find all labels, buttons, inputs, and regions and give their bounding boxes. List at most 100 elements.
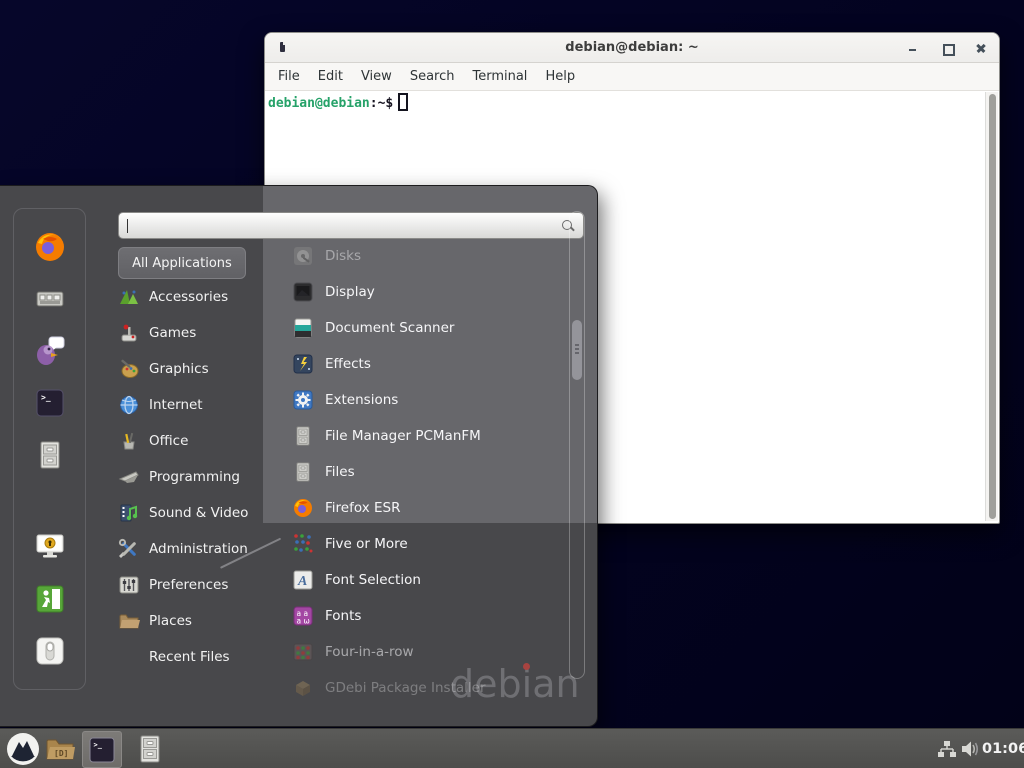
network-icon[interactable] bbox=[936, 729, 958, 768]
menu-button[interactable] bbox=[4, 729, 42, 768]
category-places[interactable]: Places bbox=[118, 603, 192, 639]
logout-icon bbox=[34, 583, 66, 615]
pidgin-launcher[interactable] bbox=[33, 334, 67, 368]
menu-view[interactable]: View bbox=[352, 69, 401, 84]
four-in-a-row-icon bbox=[292, 641, 314, 663]
games-icon bbox=[118, 322, 140, 344]
category-programming[interactable]: Programming bbox=[118, 459, 240, 495]
all-applications-button[interactable]: All Applications bbox=[118, 247, 246, 279]
close-icon[interactable] bbox=[973, 40, 989, 56]
file-cabinet-icon bbox=[33, 438, 67, 472]
app-extensions[interactable]: Extensions bbox=[280, 382, 398, 418]
terminal-menubar: File Edit View Search Terminal Help bbox=[265, 63, 999, 91]
category-graphics[interactable]: Graphics bbox=[118, 351, 209, 387]
terminal-titlebar[interactable]: debian@debian: ~ bbox=[265, 33, 999, 63]
shutdown-button[interactable] bbox=[34, 635, 66, 667]
extensions-icon bbox=[292, 389, 314, 411]
five-or-more-icon bbox=[292, 533, 314, 555]
favorites-strip: >_ bbox=[13, 208, 86, 690]
app-gdebi-package-installer[interactable]: GDebi Package Installer bbox=[280, 670, 486, 706]
search-caret bbox=[127, 219, 128, 233]
lock-screen-icon bbox=[34, 531, 66, 563]
category-games[interactable]: Games bbox=[118, 315, 196, 351]
category-accessories[interactable]: Accessories bbox=[118, 279, 228, 315]
application-list-scrollbar[interactable] bbox=[569, 211, 585, 679]
display-icon bbox=[292, 281, 314, 303]
pidgin-icon bbox=[33, 334, 67, 368]
prompt-user: debian@debian bbox=[268, 96, 370, 111]
firefox-icon bbox=[292, 497, 314, 519]
menu-search[interactable]: Search bbox=[401, 69, 464, 84]
file-cabinet-icon bbox=[138, 735, 162, 763]
terminal-icon: >_ bbox=[33, 386, 67, 420]
terminal-window-title: debian@debian: ~ bbox=[265, 40, 999, 55]
menu-help[interactable]: Help bbox=[536, 69, 584, 84]
keyboard-launcher[interactable] bbox=[33, 282, 67, 316]
effects-icon bbox=[292, 353, 314, 375]
shutdown-icon bbox=[34, 635, 66, 667]
sound-video-icon bbox=[118, 502, 140, 524]
fonts-icon: a a a ω bbox=[292, 605, 314, 627]
category-preferences[interactable]: Preferences bbox=[118, 567, 228, 603]
app-document-scanner[interactable]: Document Scanner bbox=[280, 310, 454, 346]
svg-text:[D]: [D] bbox=[54, 749, 68, 758]
menu-edit[interactable]: Edit bbox=[309, 69, 352, 84]
volume-icon[interactable] bbox=[958, 729, 982, 768]
minimize-icon[interactable] bbox=[905, 40, 921, 56]
internet-icon bbox=[118, 394, 140, 416]
app-font-selection[interactable]: A Font Selection bbox=[280, 562, 421, 598]
terminal-scrollbar[interactable] bbox=[985, 92, 998, 521]
menu-logo-icon bbox=[6, 732, 40, 766]
disks-icon bbox=[292, 245, 314, 267]
font-selection-icon: A bbox=[292, 569, 314, 591]
administration-icon bbox=[118, 538, 140, 560]
taskbar-clock[interactable]: 01:06 bbox=[982, 729, 1024, 768]
lock-screen-button[interactable] bbox=[34, 531, 66, 563]
prompt-suffix: :~$ bbox=[370, 96, 393, 111]
programming-icon bbox=[118, 466, 140, 488]
category-office[interactable]: Office bbox=[118, 423, 188, 459]
file-cabinet-icon bbox=[292, 425, 314, 447]
app-files[interactable]: Files bbox=[280, 454, 355, 490]
places-icon bbox=[118, 610, 140, 632]
document-scanner-icon bbox=[292, 317, 314, 339]
firefox-icon bbox=[33, 230, 67, 264]
category-internet[interactable]: Internet bbox=[118, 387, 203, 423]
app-disks[interactable]: Disks bbox=[280, 238, 361, 274]
terminal-scrollbar-thumb[interactable] bbox=[989, 94, 996, 519]
app-display[interactable]: Display bbox=[280, 274, 375, 310]
category-sound-video[interactable]: Sound & Video bbox=[118, 495, 248, 531]
menu-file[interactable]: File bbox=[269, 69, 309, 84]
application-list-scrollbar-thumb[interactable] bbox=[572, 320, 582, 380]
gdebi-icon bbox=[292, 677, 314, 699]
category-recent-files[interactable]: Recent Files bbox=[118, 639, 230, 675]
app-file-manager-pcmanfm[interactable]: File Manager PCManFM bbox=[280, 418, 481, 454]
application-menu: debian bbox=[0, 185, 598, 727]
terminal-launcher-fav[interactable]: >_ bbox=[33, 386, 67, 420]
svg-text:>_: >_ bbox=[94, 741, 103, 749]
folder-launcher[interactable]: [D] bbox=[44, 729, 76, 768]
svg-text:>_: >_ bbox=[41, 393, 51, 402]
file-cabinet-icon bbox=[292, 461, 314, 483]
terminal-taskbar-button[interactable]: >_ bbox=[82, 731, 122, 768]
office-icon bbox=[118, 430, 140, 452]
app-four-in-a-row[interactable]: Four-in-a-row bbox=[280, 634, 414, 670]
accessories-icon bbox=[118, 286, 140, 308]
svg-text:a ω: a ω bbox=[297, 617, 310, 626]
folder-icon: [D] bbox=[45, 736, 75, 762]
firefox-launcher[interactable] bbox=[33, 230, 67, 264]
app-fonts[interactable]: a a a ω Fonts bbox=[280, 598, 361, 634]
taskbar: [D] >_ bbox=[0, 728, 1024, 768]
menu-terminal[interactable]: Terminal bbox=[463, 69, 536, 84]
graphics-icon bbox=[118, 358, 140, 380]
app-firefox-esr[interactable]: Firefox ESR bbox=[280, 490, 400, 526]
search-input[interactable] bbox=[118, 212, 584, 239]
app-five-or-more[interactable]: Five or More bbox=[280, 526, 408, 562]
logout-button[interactable] bbox=[34, 583, 66, 615]
app-effects[interactable]: Effects bbox=[280, 346, 371, 382]
terminal-cursor bbox=[398, 93, 408, 111]
maximize-icon[interactable] bbox=[939, 40, 955, 56]
svg-text:A: A bbox=[297, 574, 307, 589]
files-launcher[interactable] bbox=[135, 729, 165, 768]
file-manager-launcher[interactable] bbox=[33, 438, 67, 472]
